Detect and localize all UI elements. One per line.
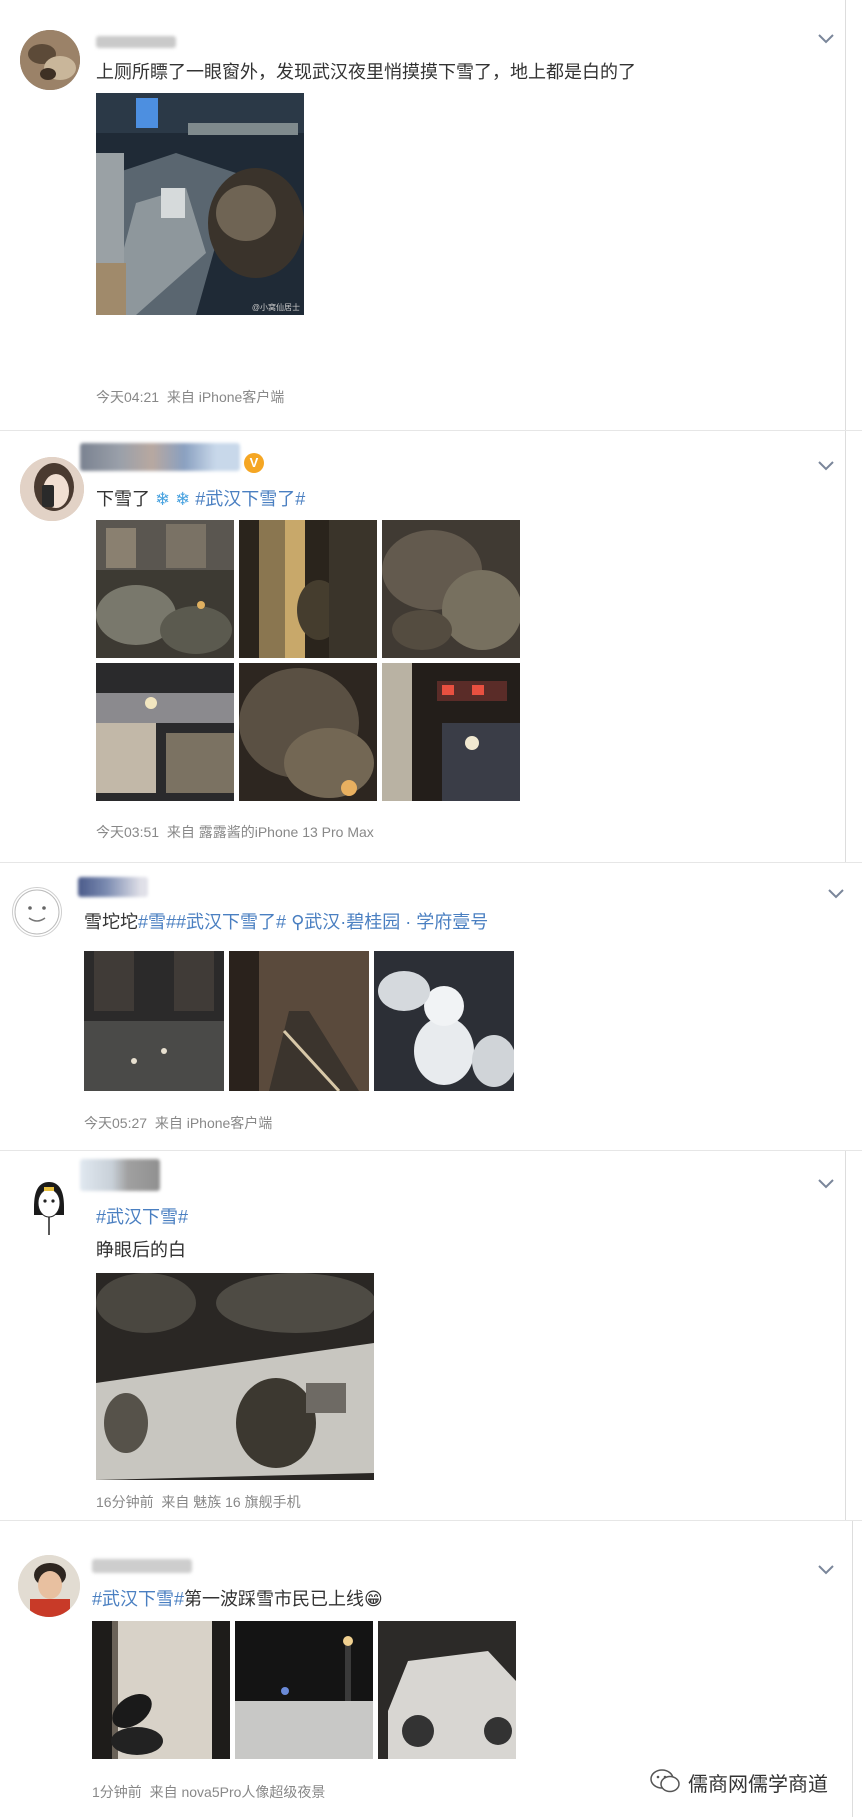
post-photo[interactable]: @小窝仙居士 (96, 93, 304, 315)
post-source[interactable]: nova5Pro人像超级夜景 (181, 1784, 325, 1800)
feed-post-2: V 下雪了 ❄ ❄ #武汉下雪了# 今天03:51 来自 露露酱的iPhone … (0, 431, 845, 862)
post-source-prefix: 来自 (154, 1115, 183, 1131)
card-edge (845, 1151, 846, 1520)
avatar[interactable] (20, 457, 84, 521)
post-meta: 今天03:51 来自 露露酱的iPhone 13 Pro Max (96, 822, 374, 842)
avatar-image (14, 889, 60, 935)
location-link[interactable]: ⚲武汉·碧桂园 · 学府壹号 (291, 912, 488, 932)
username-blurred[interactable] (92, 1559, 192, 1573)
post-text: 下雪了 ❄ ❄ #武汉下雪了# (96, 485, 305, 511)
wechat-official-account-icon (650, 1769, 680, 1793)
username-blurred[interactable] (96, 36, 176, 48)
post-text: 睁眼后的白 (96, 1240, 186, 1260)
post-source[interactable]: 露露酱的iPhone 13 Pro Max (199, 824, 374, 840)
post-text: 雪坨坨#雪##武汉下雪了# ⚲武汉·碧桂园 · 学府壹号 (84, 908, 488, 934)
chevron-down-icon[interactable] (818, 1179, 834, 1189)
avatar-image (20, 30, 80, 90)
username-blurred[interactable] (80, 443, 240, 471)
post-photo[interactable] (239, 520, 377, 658)
post-photo[interactable] (382, 520, 520, 658)
hashtag-link[interactable]: #武汉下雪# (96, 1203, 188, 1229)
post-photo[interactable] (96, 663, 234, 801)
post-time[interactable]: 今天05:27 (84, 1115, 147, 1131)
chevron-down-icon[interactable] (818, 461, 834, 471)
chevron-down-icon[interactable] (818, 34, 834, 44)
post-photo[interactable] (235, 1621, 373, 1759)
username-blurred[interactable] (78, 877, 148, 897)
post-photo[interactable] (92, 1621, 230, 1759)
snowflake-icon: ❄ ❄ (155, 489, 191, 509)
post-photo[interactable] (378, 1621, 516, 1759)
post-meta: 16分钟前 来自 魅族 16 旗舰手机 (96, 1492, 301, 1512)
post-source[interactable]: iPhone客户端 (199, 389, 285, 405)
post-photo[interactable] (96, 1273, 374, 1480)
post-time[interactable]: 今天04:21 (96, 389, 159, 405)
post-photo[interactable] (96, 520, 234, 658)
post-photo[interactable] (229, 951, 369, 1091)
photo-watermark: @小窝仙居士 (251, 303, 300, 312)
post-text-plain: 下雪了 (96, 489, 150, 509)
post-meta: 今天04:21 来自 iPhone客户端 (96, 387, 284, 407)
grin-emoji-icon: 😁 (364, 1589, 383, 1609)
post-meta: 1分钟前 来自 nova5Pro人像超级夜景 (92, 1782, 325, 1802)
avatar[interactable] (12, 887, 62, 937)
avatar[interactable] (18, 1555, 80, 1617)
card-edge (845, 0, 846, 430)
post-photo[interactable] (84, 951, 224, 1091)
hashtag-link[interactable]: #雪##武汉下雪了# (138, 912, 286, 932)
feed-post-4: #武汉下雪# 睁眼后的白 16分钟前 来自 魅族 16 旗舰手机 (0, 1151, 845, 1520)
post-source-prefix: 来自 (149, 1784, 178, 1800)
avatar-image (34, 1182, 64, 1235)
card-edge (845, 431, 846, 862)
feed-post-1: 上厕所瞟了一眼窗外，发现武汉夜里悄摸摸下雪了，地上都是白的了 @小窝仙居士 今天… (0, 0, 845, 430)
feed-post-3: 雪坨坨#雪##武汉下雪了# ⚲武汉·碧桂园 · 学府壹号 今天05:27 来自 … (0, 863, 862, 1150)
avatar-image (18, 1555, 80, 1617)
post-text: #武汉下雪#第一波踩雪市民已上线😁 (92, 1585, 383, 1611)
avatar[interactable] (20, 30, 80, 90)
post-text: 上厕所瞟了一眼窗外，发现武汉夜里悄摸摸下雪了，地上都是白的了 (96, 62, 636, 82)
post-time[interactable]: 今天03:51 (96, 824, 159, 840)
post-source-prefix: 来自 (166, 389, 195, 405)
post-source-prefix: 来自 (166, 824, 195, 840)
post-time[interactable]: 1分钟前 (92, 1784, 142, 1800)
post-source-prefix: 来自 (161, 1494, 190, 1510)
chevron-down-icon[interactable] (818, 1565, 834, 1575)
location-pin-icon: ⚲ (291, 912, 305, 932)
username-blurred[interactable] (80, 1159, 160, 1191)
post-text-plain: 雪坨坨 (84, 912, 138, 932)
post-source[interactable]: iPhone客户端 (187, 1115, 273, 1131)
post-meta: 今天05:27 来自 iPhone客户端 (84, 1113, 272, 1133)
chevron-down-icon[interactable] (828, 889, 844, 899)
hashtag-link[interactable]: #武汉下雪# (92, 1589, 184, 1609)
avatar[interactable] (24, 1177, 74, 1237)
avatar-image (20, 457, 84, 521)
location-text: 武汉·碧桂园 · 学府壹号 (304, 912, 489, 932)
watermark-text: 儒商网儒学商道 (688, 1774, 828, 1796)
verified-badge-icon: V (244, 453, 264, 473)
post-photo[interactable] (382, 663, 520, 801)
post-photo[interactable] (239, 663, 377, 801)
post-photo[interactable] (374, 951, 514, 1091)
card-edge (852, 1521, 853, 1817)
post-text-plain: 第一波踩雪市民已上线 (184, 1589, 365, 1609)
post-source[interactable]: 魅族 16 旗舰手机 (193, 1494, 300, 1510)
hashtag-link[interactable]: #武汉下雪了# (195, 489, 305, 509)
post-time[interactable]: 16分钟前 (96, 1494, 154, 1510)
